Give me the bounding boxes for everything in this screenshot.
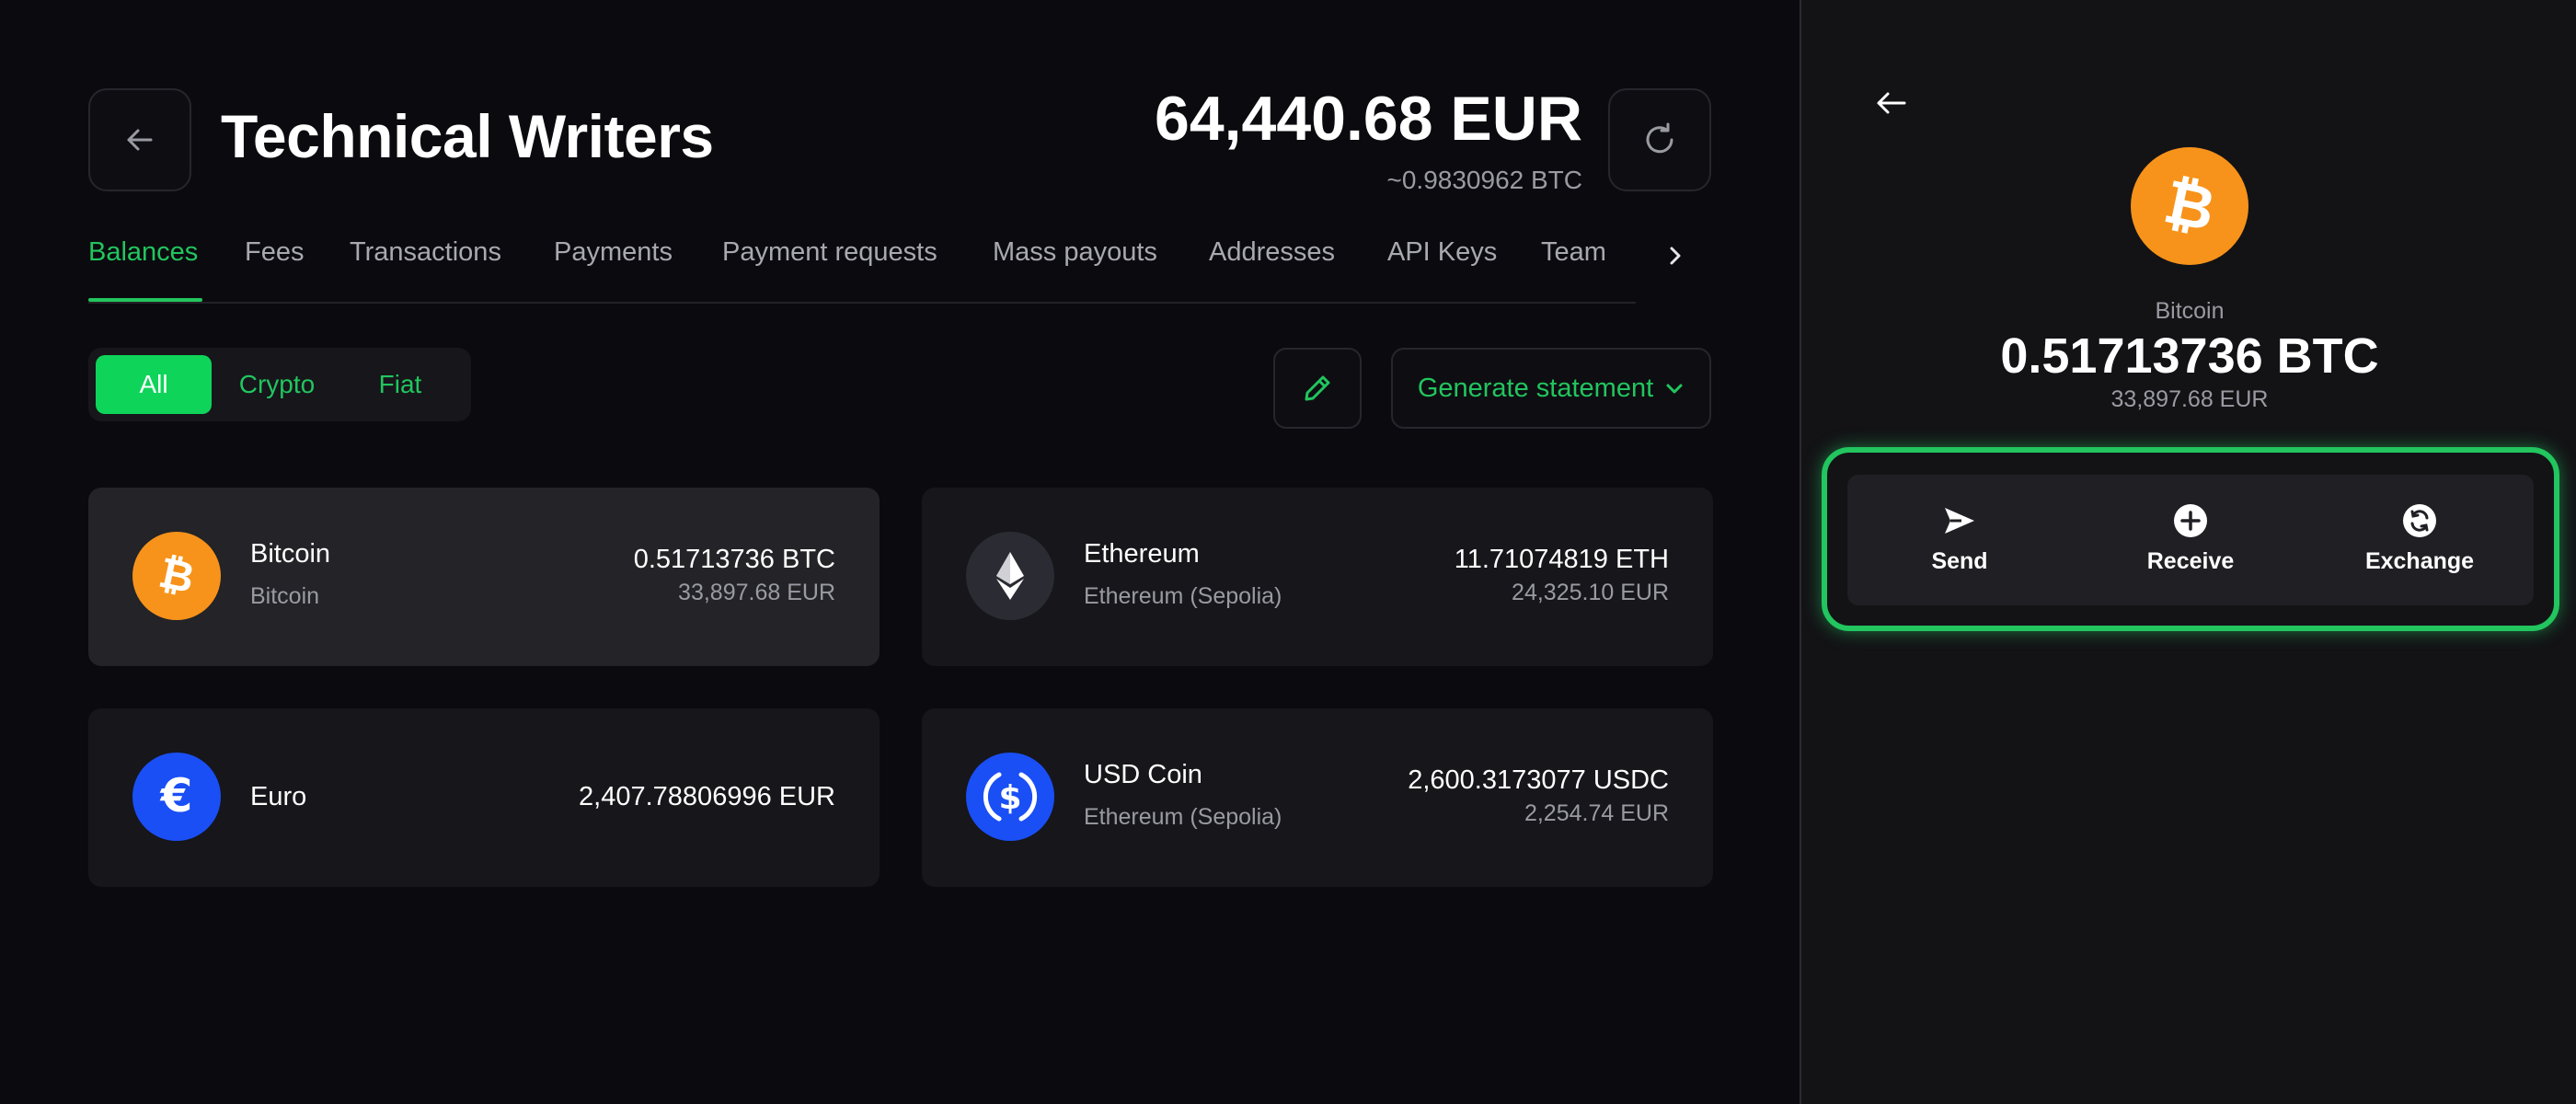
total-balance-btc: ~0.9830962 BTC <box>1386 166 1583 194</box>
card-asset-name: Ethereum <box>1084 539 1200 569</box>
tab-payment-requests[interactable]: Payment requests <box>722 237 937 268</box>
card-amount: 2,600.3173077 USDC <box>1408 765 1669 795</box>
chevron-down-icon <box>1666 384 1683 394</box>
balance-card-usd-coin[interactable]: $ USD Coin Ethereum (Sepolia) 2,600.3173… <box>922 708 1713 887</box>
tab-bar: Balances Fees Transactions Payments Paym… <box>88 232 1636 304</box>
usdc-icon: $ <box>966 753 1054 841</box>
card-amount: 0.51713736 BTC <box>633 545 835 574</box>
refresh-button[interactable] <box>1608 88 1711 191</box>
tab-mass-payouts[interactable]: Mass payouts <box>993 237 1157 268</box>
exchange-button[interactable]: Exchange <box>2328 502 2512 575</box>
card-asset-name: Bitcoin <box>250 539 331 569</box>
plus-circle-icon <box>2174 504 2207 537</box>
main-area: Technical Writers 64,440.68 EUR ~0.98309… <box>0 0 1800 1104</box>
svg-text:$: $ <box>998 779 1021 817</box>
receive-button[interactable]: Receive <box>2099 502 2283 575</box>
exchange-icon <box>2403 504 2436 537</box>
send-label: Send <box>1931 548 1988 574</box>
arrow-left-icon <box>1877 92 1906 114</box>
bitcoin-icon: ₿ <box>2131 147 2248 265</box>
detail-amount: 0.51713736 BTC <box>2000 328 2379 384</box>
tabs-scroll-next-button[interactable] <box>1662 237 1689 274</box>
bitcoin-icon: ₿ <box>132 532 221 620</box>
card-fiat-value: 24,325.10 EUR <box>1512 580 1669 605</box>
filter-crypto[interactable]: Crypto <box>219 355 335 414</box>
svg-text:€: € <box>160 769 193 822</box>
chevron-right-icon <box>1670 247 1681 265</box>
asset-detail-panel: ₿ Bitcoin 0.51713736 BTC 33,897.68 EUR S… <box>1800 0 2576 1104</box>
receive-label: Receive <box>2146 548 2235 574</box>
filter-all[interactable]: All <box>96 355 212 414</box>
panel-back-button[interactable] <box>1869 81 1914 125</box>
refresh-icon <box>1646 122 1673 154</box>
euro-icon: € <box>132 753 221 841</box>
tab-transactions[interactable]: Transactions <box>350 237 501 268</box>
tab-team[interactable]: Team <box>1541 237 1606 268</box>
asset-actions: Send Receive Exchange <box>1847 475 2534 605</box>
card-fiat-value: 2,254.74 EUR <box>1524 800 1669 826</box>
back-button[interactable] <box>88 88 191 191</box>
arrow-left-icon <box>127 129 153 151</box>
generate-statement-button[interactable]: Generate statement <box>1391 348 1711 429</box>
svg-text:₿: ₿ <box>2158 167 2222 245</box>
page-title: Technical Writers <box>221 102 714 170</box>
card-amount: 2,407.78806996 EUR <box>579 782 835 811</box>
card-asset-network: Bitcoin <box>250 583 320 609</box>
card-asset-network: Ethereum (Sepolia) <box>1084 583 1282 609</box>
card-amount: 11.71074819 ETH <box>1454 545 1669 574</box>
tab-balances[interactable]: Balances <box>88 237 198 268</box>
total-balance: 64,440.68 EUR <box>1155 84 1582 154</box>
balance-card-ethereum[interactable]: Ethereum Ethereum (Sepolia) 11.71074819 … <box>922 488 1713 666</box>
tab-api-keys[interactable]: API Keys <box>1387 237 1497 268</box>
active-tab-indicator <box>88 298 202 302</box>
card-asset-name: USD Coin <box>1084 760 1202 789</box>
tab-fees[interactable]: Fees <box>245 237 304 268</box>
balance-card-euro[interactable]: € Euro 2,407.78806996 EUR <box>88 708 880 887</box>
send-icon <box>1945 508 1974 534</box>
svg-text:₿: ₿ <box>155 548 199 603</box>
edit-button[interactable] <box>1273 348 1362 429</box>
card-asset-network: Ethereum (Sepolia) <box>1084 804 1282 830</box>
ethereum-icon <box>966 532 1054 620</box>
detail-fiat-value: 33,897.68 EUR <box>2110 386 2269 412</box>
generate-statement-label: Generate statement <box>1417 373 1654 403</box>
tab-addresses[interactable]: Addresses <box>1209 237 1335 268</box>
asset-type-filter: All Crypto Fiat <box>88 348 471 421</box>
send-button[interactable]: Send <box>1868 502 2052 575</box>
card-asset-name: Euro <box>250 782 307 811</box>
filter-fiat[interactable]: Fiat <box>342 355 458 414</box>
exchange-label: Exchange <box>2364 548 2475 574</box>
card-fiat-value: 33,897.68 EUR <box>678 580 835 605</box>
tab-payments[interactable]: Payments <box>554 237 673 268</box>
balance-card-bitcoin[interactable]: ₿ Bitcoin Bitcoin 0.51713736 BTC 33,897.… <box>88 488 880 666</box>
pencil-icon <box>1305 375 1330 401</box>
detail-asset-name: Bitcoin <box>2155 298 2225 324</box>
